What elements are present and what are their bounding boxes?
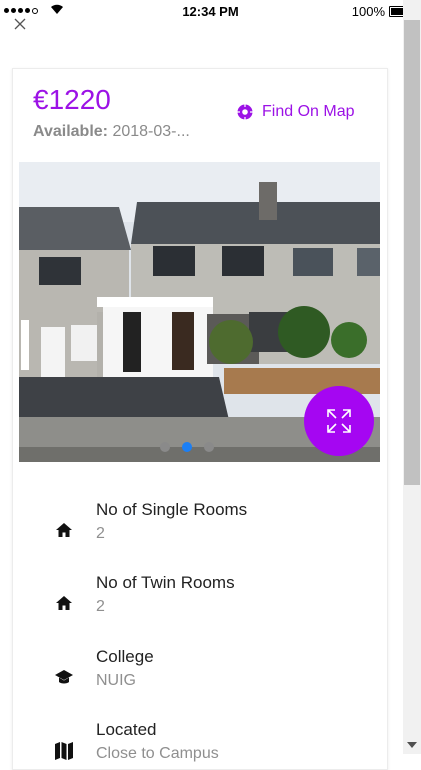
- detail-label: Located: [96, 720, 157, 739]
- listing-price: €1220: [33, 84, 111, 115]
- scroll-down-icon[interactable]: [407, 742, 417, 748]
- detail-value: 2: [96, 525, 105, 542]
- detail-label: No of Single Rooms: [96, 500, 248, 519]
- detail-value: 2: [96, 598, 105, 615]
- page-dot-active[interactable]: [182, 442, 192, 452]
- map-icon: [55, 742, 73, 760]
- expand-photo-button[interactable]: [304, 386, 374, 456]
- expand-icon: [327, 409, 351, 433]
- available-date: 2018-03-...: [112, 123, 190, 140]
- home-icon: [56, 523, 72, 537]
- find-on-map-button[interactable]: Find On Map: [236, 103, 354, 121]
- status-bar: 12:34 PM 100%: [0, 0, 421, 22]
- page-dot[interactable]: [160, 442, 170, 452]
- available-label: Available:: [33, 123, 108, 140]
- availability: Available: 2018-03-...: [33, 123, 190, 141]
- close-icon[interactable]: [14, 15, 32, 33]
- detail-label: No of Twin Rooms: [96, 573, 235, 592]
- page-dot[interactable]: [204, 442, 214, 452]
- scrollbar[interactable]: [403, 0, 421, 754]
- graduation-cap-icon: [55, 670, 73, 684]
- detail-value: NUIG: [96, 672, 136, 689]
- home-icon: [56, 596, 72, 610]
- find-on-map-label: Find On Map: [262, 103, 355, 120]
- location-icon: [236, 103, 254, 121]
- battery-percentage: 100%: [351, 4, 385, 19]
- detail-value: Close to Campus: [96, 745, 219, 762]
- detail-label: College: [96, 647, 154, 666]
- gallery-pagination: [160, 442, 214, 452]
- scrollbar-thumb[interactable]: [404, 20, 420, 485]
